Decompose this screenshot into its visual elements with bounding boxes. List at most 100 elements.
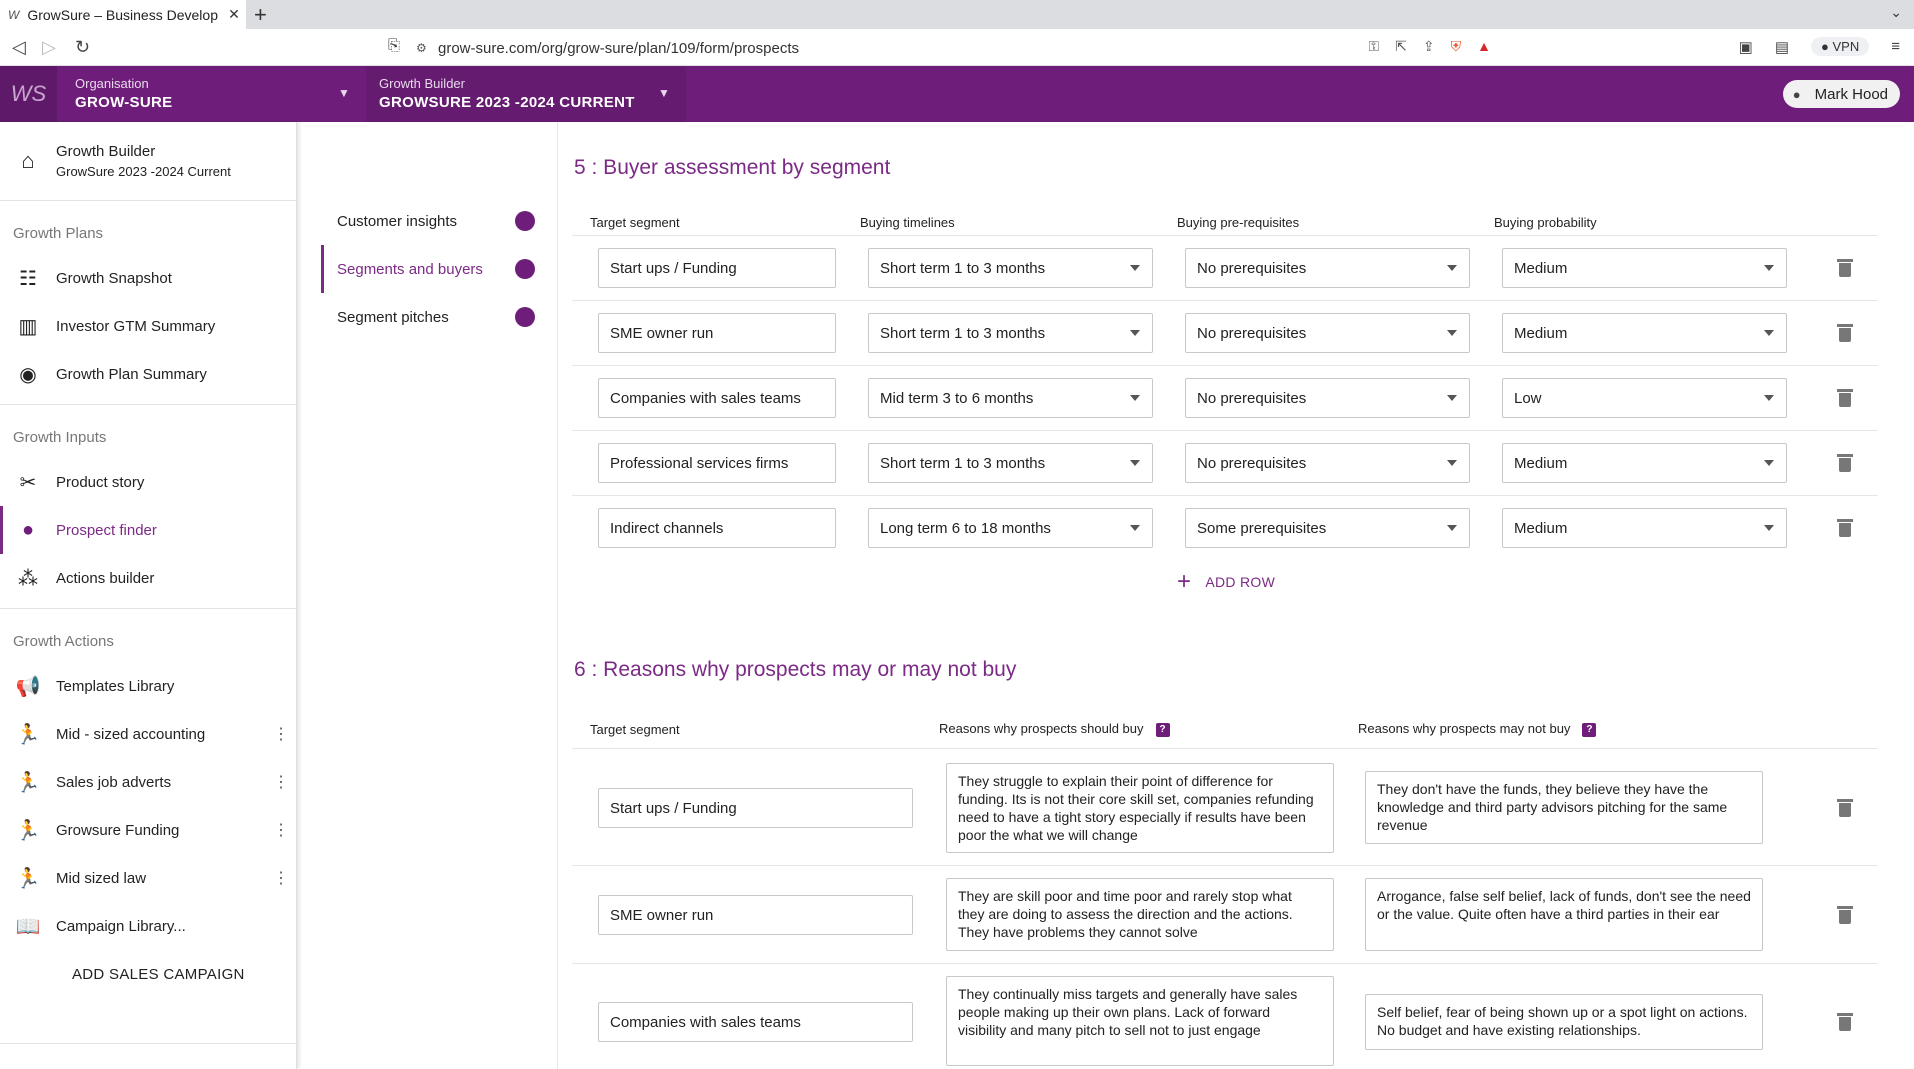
delete-icon[interactable]: [1837, 906, 1853, 924]
sidebar-item-actions-builder[interactable]: ⁂ Actions builder: [0, 554, 296, 602]
delete-icon[interactable]: [1837, 454, 1853, 472]
timeline-select[interactable]: Short term 1 to 3 months: [868, 313, 1153, 353]
segment-field[interactable]: Companies with sales teams: [598, 378, 836, 418]
add-row-button[interactable]: + ADD ROW: [1177, 568, 1275, 595]
brave-shield-icon[interactable]: ⛨: [1451, 38, 1462, 55]
probability-select[interactable]: Medium: [1502, 248, 1787, 288]
probability-select[interactable]: Medium: [1502, 508, 1787, 548]
sidebar-item-campaign-library[interactable]: 📖 Campaign Library...: [0, 902, 296, 950]
segment-field[interactable]: Companies with sales teams: [598, 1002, 913, 1042]
builder-selector[interactable]: Growth Builder GROWSURE 2023 -2024 CURRE…: [379, 76, 635, 111]
sidebar-item-investor-gtm[interactable]: ▥ Investor GTM Summary: [0, 302, 296, 350]
browser-tab[interactable]: W GrowSure – Business Develop ✕: [0, 0, 246, 29]
prereq-select[interactable]: No prerequisites: [1185, 378, 1470, 418]
may-not-buy-textarea[interactable]: Arrogance, false self belief, lack of fu…: [1365, 878, 1763, 951]
wallet-icon[interactable]: ▤: [1775, 38, 1789, 56]
sidebar-item-mid-sized-law[interactable]: 🏃 Mid sized law ⋮: [0, 854, 296, 902]
delete-icon[interactable]: [1837, 324, 1853, 342]
back-icon[interactable]: ◁: [12, 37, 26, 58]
vpn-button[interactable]: ● VPN: [1811, 37, 1870, 56]
new-tab-icon[interactable]: +: [254, 2, 267, 28]
logo[interactable]: WS: [0, 66, 57, 122]
timeline-select[interactable]: Long term 6 to 18 months: [868, 508, 1153, 548]
sidebar-item-sales-job-adverts[interactable]: 🏃 Sales job adverts ⋮: [0, 758, 296, 806]
megaphone-icon: 📢: [15, 675, 41, 698]
chevron-down-icon[interactable]: ▼: [658, 86, 670, 100]
sidebar-item-prospect-finder[interactable]: ● Prospect finder: [0, 506, 296, 554]
more-vert-icon[interactable]: ⋮: [266, 772, 296, 792]
share-icon[interactable]: ⇪: [1423, 38, 1435, 55]
select-value: No prerequisites: [1197, 324, 1307, 342]
chevron-down-icon[interactable]: ⌄: [1890, 4, 1902, 21]
prereq-select[interactable]: No prerequisites: [1185, 313, 1470, 353]
segment-field[interactable]: Professional services firms: [598, 443, 836, 483]
section-nav-segments-and-buyers[interactable]: Segments and buyers: [298, 245, 558, 293]
probability-select[interactable]: Medium: [1502, 443, 1787, 483]
timeline-select[interactable]: Short term 1 to 3 months: [868, 248, 1153, 288]
close-icon[interactable]: ✕: [222, 6, 246, 23]
timeline-select[interactable]: Short term 1 to 3 months: [868, 443, 1153, 483]
menu-icon[interactable]: ≡: [1891, 38, 1900, 55]
sidebar-item-mid-sized-accounting[interactable]: 🏃 Mid - sized accounting ⋮: [0, 710, 296, 758]
runner-icon: 🏃: [15, 771, 41, 794]
delete-icon[interactable]: [1837, 389, 1853, 407]
delete-icon[interactable]: [1837, 799, 1853, 817]
sidebar-home[interactable]: ⌂ Growth Builder GrowSure 2023 -2024 Cur…: [0, 122, 296, 201]
should-buy-textarea[interactable]: They continually miss targets and genera…: [946, 976, 1334, 1066]
col-header-may-not-buy: Reasons why prospects may not buy?: [1358, 721, 1597, 737]
bookmark-icon[interactable]: ⎘: [388, 37, 400, 54]
chevron-down-icon[interactable]: ▼: [338, 86, 350, 100]
prereq-select[interactable]: Some prerequisites: [1185, 508, 1470, 548]
timeline-select[interactable]: Mid term 3 to 6 months: [868, 378, 1153, 418]
sidebar-item-growsure-funding[interactable]: 🏃 Growsure Funding ⋮: [0, 806, 296, 854]
section-nav-segment-pitches[interactable]: Segment pitches: [298, 293, 558, 341]
sidebar-item-growth-plan-summary[interactable]: ◉ Growth Plan Summary: [0, 350, 296, 398]
segment-field[interactable]: SME owner run: [598, 895, 913, 935]
select-value: No prerequisites: [1197, 454, 1307, 472]
may-not-buy-textarea[interactable]: Self belief, fear of being shown up or a…: [1365, 994, 1763, 1050]
col-header-should-buy: Reasons why prospects should buy?: [939, 721, 1170, 737]
select-value: Short term 1 to 3 months: [880, 324, 1046, 342]
segment-field[interactable]: SME owner run: [598, 313, 836, 353]
sidebar-item-templates-library[interactable]: 📢 Templates Library: [0, 662, 296, 710]
help-icon[interactable]: ?: [1155, 722, 1170, 737]
prereq-select[interactable]: No prerequisites: [1185, 443, 1470, 483]
divider: [572, 495, 1878, 496]
key-icon[interactable]: ⚿: [1369, 38, 1380, 55]
dropdown-arrow-icon: [1447, 265, 1457, 271]
reload-icon[interactable]: ↻: [75, 37, 90, 58]
delete-icon[interactable]: [1837, 1013, 1853, 1031]
may-not-buy-textarea[interactable]: They don't have the funds, they believe …: [1365, 771, 1763, 844]
open-external-icon[interactable]: ⇱: [1395, 38, 1407, 55]
section-title: Growth Inputs: [13, 429, 107, 446]
rewards-icon[interactable]: ▲: [1477, 38, 1491, 55]
sidebar-toggle-icon[interactable]: ▣: [1739, 38, 1753, 56]
segment-field[interactable]: Start ups / Funding: [598, 248, 836, 288]
help-icon[interactable]: ?: [1582, 722, 1597, 737]
section-nav-customer-insights[interactable]: Customer insights: [298, 197, 558, 245]
user-menu-button[interactable]: ● Mark Hood: [1782, 80, 1900, 108]
site-info-icon[interactable]: ⚙: [416, 41, 427, 55]
should-buy-textarea[interactable]: They are skill poor and time poor and ra…: [946, 878, 1334, 951]
more-vert-icon[interactable]: ⋮: [266, 820, 296, 840]
url-field[interactable]: ⚙ grow-sure.com/org/grow-sure/plan/109/f…: [412, 35, 1499, 61]
plus-icon: +: [1177, 568, 1192, 595]
should-buy-textarea[interactable]: They struggle to explain their point of …: [946, 763, 1334, 853]
sidebar-item-growth-snapshot[interactable]: ☷ Growth Snapshot: [0, 254, 296, 302]
select-value: No prerequisites: [1197, 259, 1307, 277]
probability-select[interactable]: Low: [1502, 378, 1787, 418]
divider: [572, 430, 1878, 431]
org-selector[interactable]: Organisation GROW-SURE: [75, 76, 172, 111]
prereq-select[interactable]: No prerequisites: [1185, 248, 1470, 288]
section-title: Growth Plans: [13, 225, 104, 242]
more-vert-icon[interactable]: ⋮: [266, 724, 296, 744]
segment-field[interactable]: Indirect channels: [598, 508, 836, 548]
forward-icon[interactable]: ▷: [42, 37, 56, 58]
probability-select[interactable]: Medium: [1502, 313, 1787, 353]
segment-field[interactable]: Start ups / Funding: [598, 788, 913, 828]
more-vert-icon[interactable]: ⋮: [266, 868, 296, 888]
add-sales-campaign-button[interactable]: ADD SALES CAMPAIGN: [0, 950, 296, 983]
delete-icon[interactable]: [1837, 259, 1853, 277]
sidebar-item-product-story[interactable]: ✂ Product story: [0, 458, 296, 506]
delete-icon[interactable]: [1837, 519, 1853, 537]
